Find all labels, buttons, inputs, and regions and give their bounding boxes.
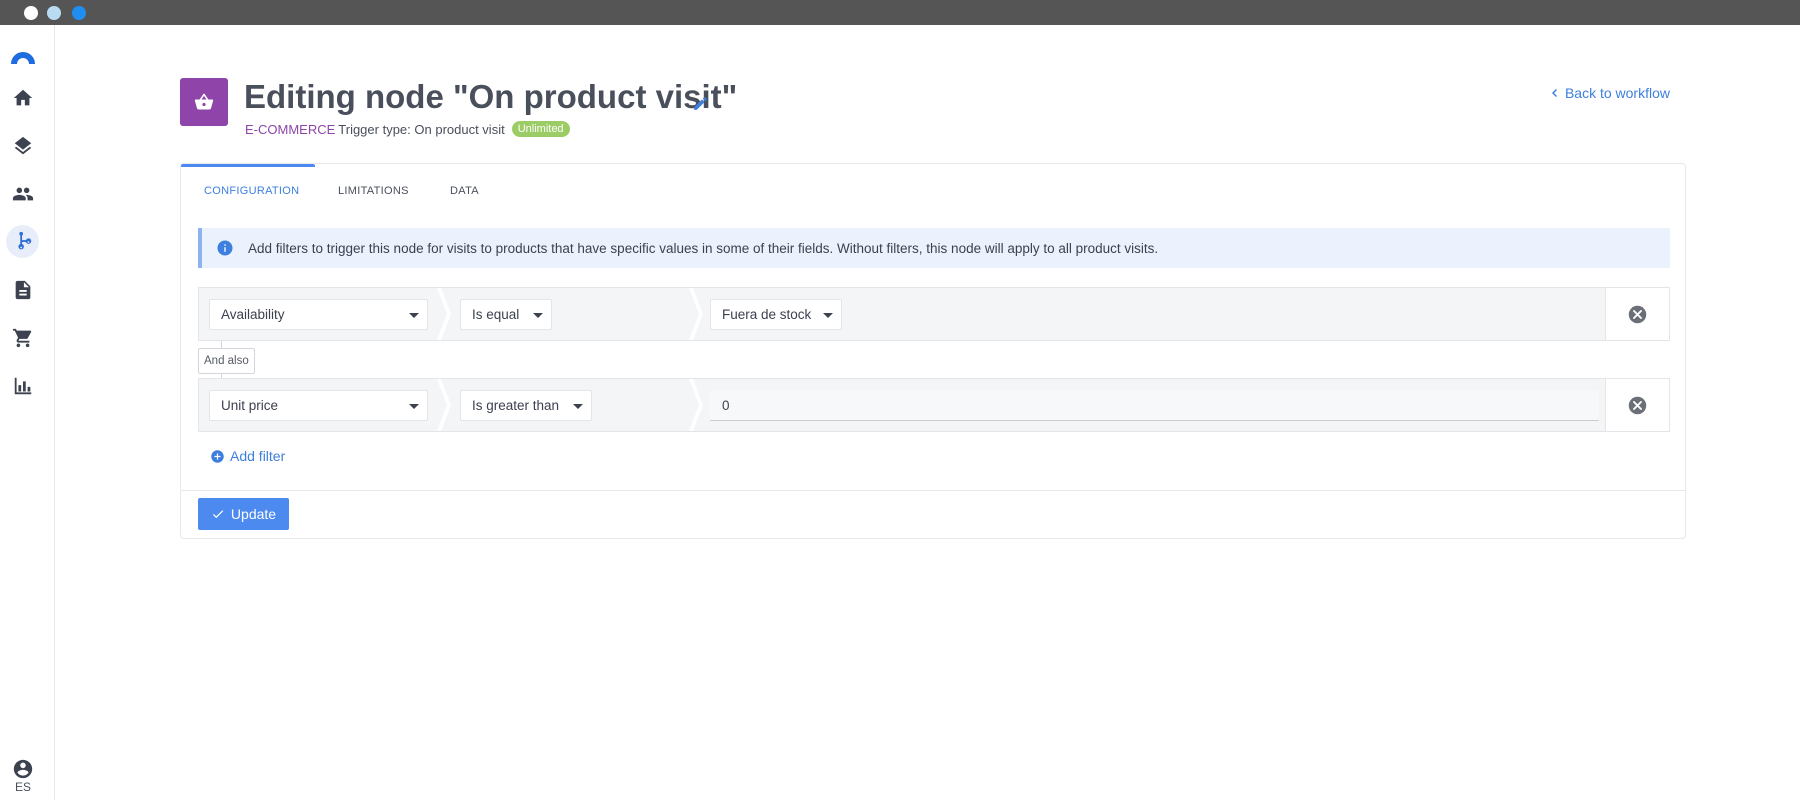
tab-configuration[interactable]: CONFIGURATION [204,179,299,203]
filter-field-select[interactable]: Unit price [209,390,428,421]
status-badge: Unlimited [511,121,570,137]
tab-data[interactable]: DATA [450,179,479,203]
tab-limitations[interactable]: LIMITATIONS [338,179,409,203]
filter-row: Availability Is equal Fuera de stock [198,287,1670,341]
filter-operator-select[interactable]: Is greater than [460,390,592,421]
home-icon[interactable] [6,81,39,114]
filter-value-select[interactable]: Fuera de stock [710,299,842,330]
page-title: Editing node "On product visit" [244,78,738,115]
close-circle-icon [1628,305,1647,323]
chevron-separator [689,379,703,431]
and-also-label: And also [198,348,255,374]
users-icon[interactable] [6,177,39,210]
workflow-icon[interactable] [6,225,39,258]
update-button[interactable]: Update [198,498,289,530]
back-link-label: Back to workflow [1564,85,1670,101]
card-divider [181,490,1685,491]
remove-filter-button[interactable] [1605,288,1669,340]
chevron-separator [437,379,451,431]
caret-down-icon [409,313,419,318]
document-icon[interactable] [6,273,39,306]
connector-line [221,341,222,348]
node-editor-card: CONFIGURATION LIMITATIONS DATA Add filte… [180,163,1686,539]
filter-field-value: Availability [221,307,285,322]
filter-operator-value: Is equal [472,307,520,322]
close-circle-icon [1628,396,1647,414]
check-icon [212,510,224,519]
add-circle-icon [211,449,224,463]
caret-down-icon [409,404,419,409]
filter-row: Unit price Is greater than [198,378,1670,432]
chevron-separator [437,288,451,340]
basket-icon [180,78,228,126]
remove-filter-button[interactable] [1605,379,1669,431]
info-icon [217,240,233,256]
edit-pencil-icon[interactable] [692,95,709,112]
sidebar: ES [0,25,55,800]
add-filter-label: Add filter [230,448,286,464]
chevron-separator [689,288,703,340]
chart-icon[interactable] [6,369,39,402]
window-titlebar [0,0,1800,25]
cart-icon[interactable] [6,321,39,354]
filter-value-text: Fuera de stock [722,307,812,322]
window-close-button[interactable] [24,6,38,20]
update-button-label: Update [230,506,277,522]
window-maximize-button[interactable] [72,6,86,20]
trigger-type-text: Trigger type: On product visit [338,121,505,137]
tab-bar: CONFIGURATION LIMITATIONS DATA [181,164,1685,214]
chevron-left-icon [1551,89,1557,97]
logo-icon[interactable] [8,46,38,66]
filter-operator-value: Is greater than [472,398,560,413]
filter-value-input[interactable] [710,390,1599,421]
category-label: E-COMMERCE [245,121,336,137]
window-minimize-button[interactable] [47,6,61,20]
add-filter-button[interactable]: Add filter [210,448,285,464]
node-subtitle: E-COMMERCE Trigger type: On product visi… [245,121,570,137]
info-banner: Add filters to trigger this node for vis… [198,228,1670,268]
back-to-workflow-link[interactable]: Back to workflow [1549,85,1670,101]
info-text: Add filters to trigger this node for vis… [248,240,1159,256]
caret-down-icon [533,313,543,318]
layers-icon[interactable] [6,129,39,162]
filter-operator-select[interactable]: Is equal [460,299,552,330]
caret-down-icon [573,404,583,409]
filter-field-value: Unit price [221,398,279,413]
language-indicator[interactable]: ES [12,780,34,794]
active-tab-indicator [181,164,315,167]
caret-down-icon [823,313,833,318]
filter-field-select[interactable]: Availability [209,299,428,330]
